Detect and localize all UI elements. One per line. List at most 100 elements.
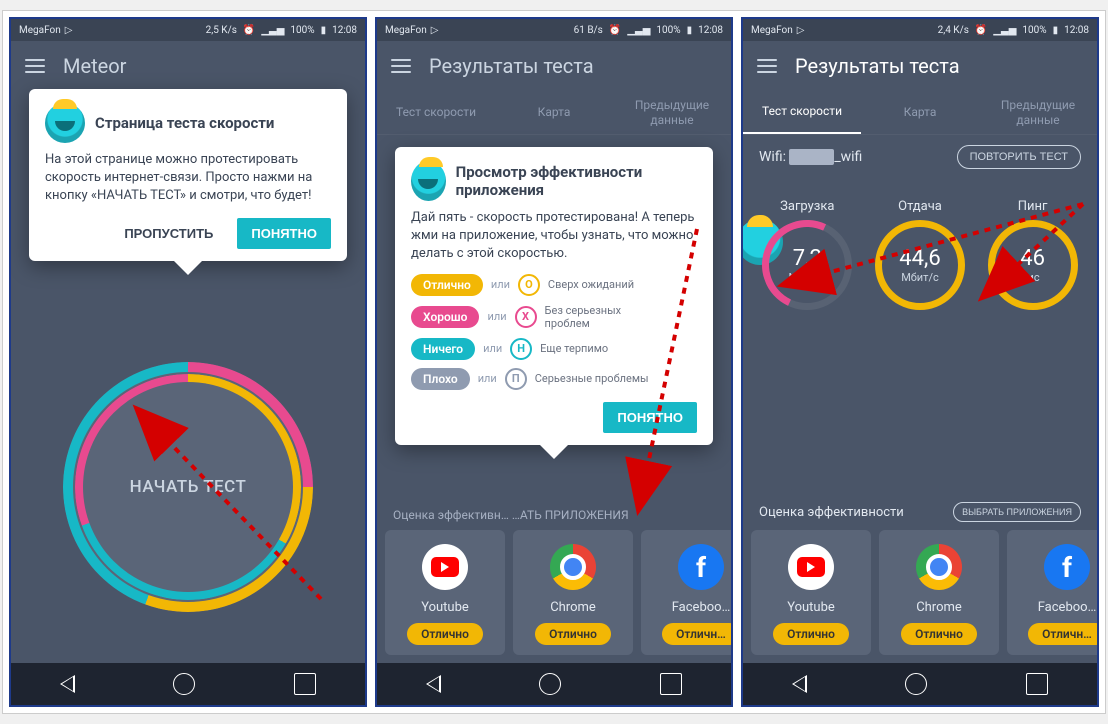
clock-label: 12:08 [698,25,723,36]
app-bar: Результаты теста [377,41,731,91]
onboarding-tooltip: Страница теста скорости На этой странице… [29,89,347,261]
legend-desc: Без серьезных проблем [545,304,665,330]
metric-unit: Мбит/с [789,271,827,284]
tab-map[interactable]: Карта [495,91,613,134]
facebook-icon: f [678,544,724,590]
carrier-icon: ▷ [431,25,439,36]
nav-back[interactable] [426,675,441,693]
nav-back[interactable] [792,675,807,693]
app-cards: Youtube Отлично Chrome Отлично f Faceboo… [743,530,1097,663]
phone-screen-2: MegaFon ▷ 61 B/s ⏰ ▁▃▅ 100% ▮ 12:08 Резу… [375,17,733,707]
tab-history[interactable]: Предыдущие данные [979,91,1097,134]
facebook-icon: f [1044,544,1090,590]
tab-map[interactable]: Карта [861,91,979,134]
net-speed: 2,5 K/s [206,25,237,36]
legend-row: Плохо или П Серьезные проблемы [411,368,697,390]
app-cards: Youtube Отлично Chrome Отлично f Faceboo… [377,530,731,663]
tooltip-title: Страница теста скорости [95,114,274,132]
section-header: Оценка эффективн… …АТЬ ПРИЛОЖЕНИЯ [377,500,731,530]
legend-pill: Отлично [411,274,483,296]
android-nav-bar [11,663,365,705]
carrier-label: MegaFon [385,25,427,36]
app-name: Youtube [421,600,469,615]
battery-label: 100% [1022,25,1046,36]
battery-icon: ▮ [321,25,327,36]
tooltip-title: Просмотр эффективности приложения [456,163,697,199]
nav-home[interactable] [905,673,927,695]
tooltip-body: На этой странице можно протестировать ск… [45,151,331,206]
tab-bar: Тест скорости Карта Предыдущие данные [743,91,1097,135]
metric-ring: 44,6 Мбит/с [875,220,965,310]
tab-speed[interactable]: Тест скорости [743,91,861,134]
legend-letter: Н [510,338,532,360]
net-speed: 2,4 K/s [938,25,969,36]
app-card-youtube[interactable]: Youtube Отлично [751,530,871,655]
skip-button[interactable]: ПРОПУСТИТЬ [114,218,223,249]
legend-pill: Плохо [411,368,470,390]
nav-recent[interactable] [1026,673,1048,695]
chrome-icon [550,544,596,590]
nav-recent[interactable] [660,673,682,695]
app-name: Faceboo… [672,600,731,615]
app-badge: Отлично [407,623,483,645]
tooltip-body: Дай пять - скорость протестирована! А те… [411,209,697,264]
wifi-icon: ▁▃▅ [627,25,650,36]
app-card-facebook[interactable]: f Faceboo… Отличн… [1007,530,1097,655]
nav-back[interactable] [60,675,75,693]
app-badge: Отлично [535,623,611,645]
legend-pill: Ничего [411,338,475,360]
mascot-icon [411,161,446,201]
wifi-name-redacted: xxx [789,149,834,165]
app-card-youtube[interactable]: Youtube Отлично [385,530,505,655]
section-title: Оценка эффективности [759,505,904,520]
metric-ping: Пинг 46 мс [988,199,1078,310]
section-header: Оценка эффективности ВЫБРАТЬ ПРИЛОЖЕНИЯ [743,494,1097,530]
battery-icon: ▮ [687,25,693,36]
tab-history[interactable]: Предыдущие данные [613,91,731,134]
carrier-icon: ▷ [65,25,73,36]
app-card-chrome[interactable]: Chrome Отлично [879,530,999,655]
menu-icon[interactable] [391,59,411,73]
phone-screen-1: MegaFon ▷ 2,5 K/s ⏰ ▁▃▅ 100% ▮ 12:08 Met… [9,17,367,707]
carrier-label: MegaFon [751,25,793,36]
metric-value: 7,2 [793,246,822,271]
retest-button[interactable]: ПОВТОРИТЬ ТЕСТ [957,145,1081,169]
alarm-icon: ⏰ [243,25,255,36]
ok-button[interactable]: ПОНЯТНО [603,402,697,433]
chrome-icon [916,544,962,590]
app-name: Chrome [916,600,962,615]
metric-value: 46 [1020,246,1045,271]
nav-recent[interactable] [294,673,316,695]
legend-row: Отлично или О Сверх ожиданий [411,274,697,296]
alarm-icon: ⏰ [609,25,621,36]
metric-ring: 7,2 Мбит/с [762,220,852,310]
status-bar: MegaFon ▷ 61 B/s ⏰ ▁▃▅ 100% ▮ 12:08 [377,19,731,41]
nav-home[interactable] [173,673,195,695]
app-badge: Отлично [773,623,849,645]
nav-home[interactable] [539,673,561,695]
menu-icon[interactable] [757,59,777,73]
tab-speed[interactable]: Тест скорости [377,91,495,134]
carrier-label: MegaFon [19,25,61,36]
app-card-facebook[interactable]: f Faceboo… Отличн… [641,530,731,655]
metrics-row: Загрузка 7,2 Мбит/с Отдача 44,6 Мбит/с П… [743,199,1097,320]
metric-value: 44,6 [899,246,940,271]
app-bar: Meteor [11,41,365,91]
phone-screen-3: MegaFon ▷ 2,4 K/s ⏰ ▁▃▅ 100% ▮ 12:08 Рез… [741,17,1099,707]
mascot-icon [45,103,85,143]
clock-label: 12:08 [332,25,357,36]
legend-letter: О [518,274,540,296]
ok-button[interactable]: ПОНЯТНО [237,218,331,249]
clock-label: 12:08 [1064,25,1089,36]
metric-unit: Мбит/с [901,271,939,284]
start-test-ring[interactable]: НАЧАТЬ ТЕСТ [63,362,313,612]
app-name: Chrome [550,600,596,615]
menu-icon[interactable] [25,59,45,73]
wifi-name-suffix: _wifi [834,149,862,165]
start-test-label: НАЧАТЬ ТЕСТ [130,477,247,497]
app-card-chrome[interactable]: Chrome Отлично [513,530,633,655]
choose-apps-button[interactable]: ВЫБРАТЬ ПРИЛОЖЕНИЯ [953,502,1081,522]
app-badge: Отлично [901,623,977,645]
wifi-icon: ▁▃▅ [993,25,1016,36]
android-nav-bar [743,663,1097,705]
